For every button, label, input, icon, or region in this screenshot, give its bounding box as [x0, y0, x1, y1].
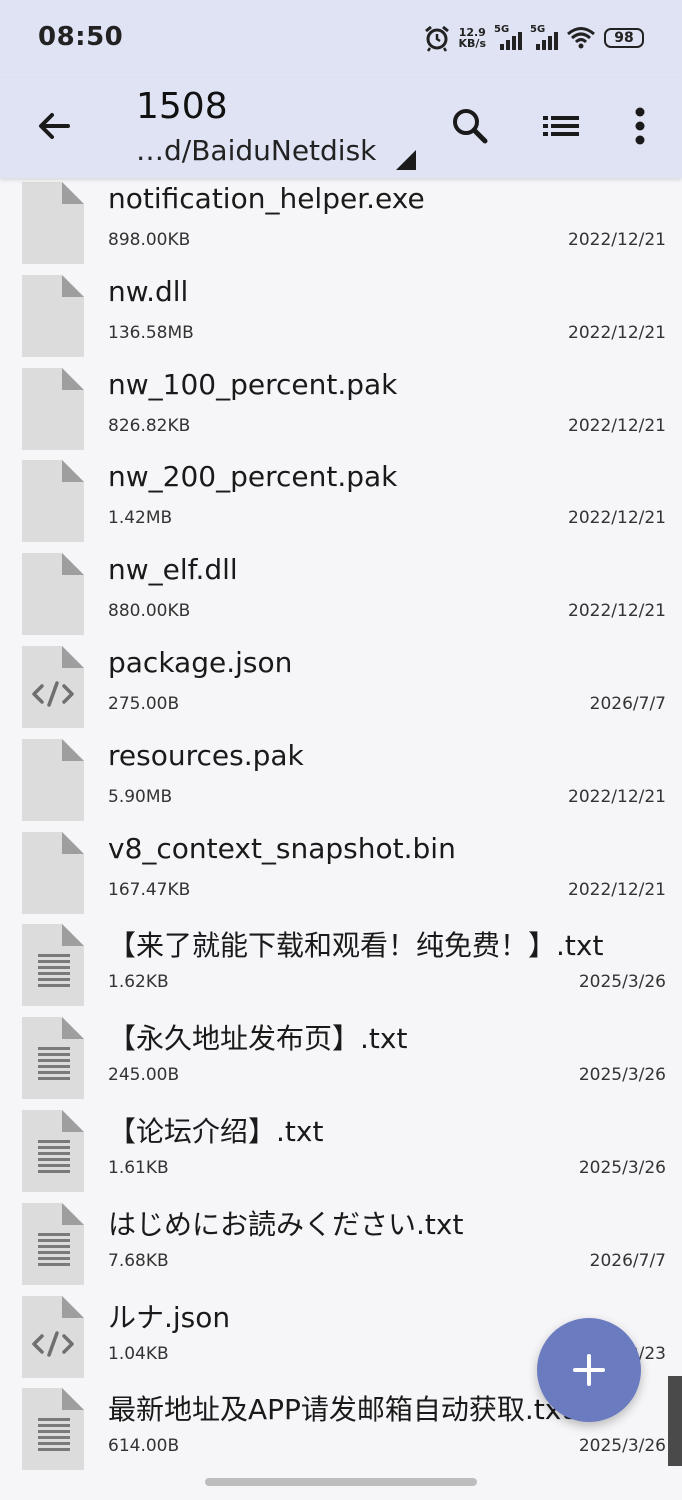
more-vert-icon[interactable]	[618, 104, 662, 148]
file-row[interactable]: v8_context_snapshot.bin 167.47KB 2022/12/2…	[0, 810, 682, 914]
file-row[interactable]: resources.pak 5.90MB 2022/12/21	[0, 717, 682, 821]
file-generic-icon	[22, 460, 84, 543]
file-date: 2022/12/21	[568, 786, 666, 807]
file-name: nw.dll	[108, 274, 189, 308]
file-name: 【来了就能下载和观看！纯免费！】.txt	[108, 929, 604, 963]
file-text-icon	[22, 924, 84, 1007]
plus-icon	[573, 1354, 605, 1386]
file-date: 2025/3/26	[578, 972, 666, 993]
file-list: notification_helper.exe 898.00KB 2022/12/2…	[0, 160, 682, 1471]
file-generic-icon	[22, 182, 84, 264]
status-bar: 08:50 12.9 KB/s 5G 5G 98	[0, 0, 682, 78]
file-row[interactable]: nw_100_percent.pak 826.82KB 2022/12/21	[0, 346, 682, 450]
file-row[interactable]: 【论坛介绍】.txt 1.61KB 2025/3/26	[0, 1088, 682, 1192]
file-date: 2025/3/26	[578, 1065, 666, 1086]
file-date: 2026/7/7	[589, 693, 666, 714]
folder-path[interactable]: …d/BaiduNetdisk	[136, 134, 376, 167]
file-date: 2022/12/21	[568, 415, 666, 436]
list-view-icon[interactable]	[540, 104, 584, 148]
file-row[interactable]: nw_200_percent.pak 1.42MB 2022/12/21	[0, 438, 682, 543]
file-size: 1.62KB	[108, 972, 169, 993]
file-generic-icon	[22, 274, 84, 357]
file-name: notification_helper.exe	[108, 182, 425, 215]
file-date: 2025/3/26	[578, 1157, 666, 1178]
file-name: はじめにお読みください.txt	[108, 1207, 464, 1241]
file-name: 【论坛介绍】.txt	[108, 1114, 324, 1148]
path-dropdown-icon[interactable]	[396, 150, 416, 170]
file-row[interactable]: 【来了就能下载和观看！纯免费！】.txt 1.62KB 2025/3/26	[0, 902, 682, 1007]
file-date: 2025/3/26	[578, 1436, 666, 1457]
alarm-icon	[424, 25, 449, 52]
file-size: 7.68KB	[108, 1250, 169, 1271]
file-date: 2022/12/21	[568, 879, 666, 900]
file-name: nw_100_percent.pak	[108, 367, 398, 401]
file-generic-icon	[22, 738, 84, 821]
file-name: nw_elf.dll	[108, 553, 238, 587]
file-date: 2022/12/21	[568, 322, 666, 343]
file-generic-icon	[22, 831, 84, 914]
file-size: 1.04KB	[108, 1343, 169, 1364]
file-row[interactable]: はじめにお読みください.txt 7.68KB 2026/7/7	[0, 1181, 682, 1285]
file-size: 245.00B	[108, 1065, 180, 1086]
file-size: 136.58MB	[108, 322, 194, 343]
file-size: 826.82KB	[108, 415, 191, 436]
signal-sim2-icon: 5G	[530, 24, 558, 50]
file-row[interactable]: nw.dll 136.58MB 2022/12/21	[0, 253, 682, 357]
file-generic-icon	[22, 367, 84, 450]
file-size: 614.00B	[108, 1436, 180, 1457]
app-bar: 1508 …d/BaiduNetdisk	[0, 78, 682, 178]
file-name: 最新地址及APP请发邮箱自动获取.txt	[108, 1393, 573, 1427]
file-date: 2022/12/21	[568, 508, 666, 529]
network-speed: 12.9 KB/s	[459, 27, 486, 49]
arrow-left-icon[interactable]	[34, 106, 74, 146]
file-text-icon	[22, 1109, 84, 1192]
file-generic-icon	[22, 553, 84, 636]
file-size: 5.90MB	[108, 786, 173, 807]
file-name: 【永久地址发布页】.txt	[108, 1022, 408, 1056]
file-text-icon	[22, 1388, 84, 1471]
file-name: ルナ.json	[108, 1300, 231, 1334]
file-date: 2026/7/7	[589, 1250, 666, 1271]
file-name: resources.pak	[108, 738, 304, 772]
file-row[interactable]: nw_elf.dll 880.00KB 2022/12/21	[0, 531, 682, 636]
file-name: nw_200_percent.pak	[108, 460, 398, 494]
file-code-icon	[22, 1295, 84, 1378]
search-icon[interactable]	[448, 104, 492, 148]
status-time: 08:50	[38, 22, 124, 52]
status-icons: 12.9 KB/s 5G 5G 98	[423, 22, 644, 54]
file-size: 275.00B	[108, 693, 180, 714]
file-size: 898.00KB	[108, 230, 191, 250]
file-size: 880.00KB	[108, 601, 191, 622]
signal-sim1-icon: 5G	[494, 24, 522, 50]
file-size: 1.42MB	[108, 508, 173, 529]
file-row[interactable]: 【永久地址发布页】.txt 245.00B 2025/3/26	[0, 995, 682, 1100]
add-fab-button[interactable]	[537, 1318, 641, 1422]
scrollbar-thumb[interactable]	[668, 1376, 682, 1466]
file-size: 167.47KB	[108, 879, 191, 900]
folder-title: 1508	[136, 86, 228, 127]
file-text-icon	[22, 1202, 84, 1285]
home-indicator[interactable]	[205, 1478, 477, 1486]
file-name: v8_context_snapshot.bin	[108, 831, 456, 865]
file-text-icon	[22, 1017, 84, 1100]
battery-indicator: 98	[604, 28, 644, 48]
file-date: 2022/12/21	[568, 230, 666, 250]
file-name: package.json	[108, 645, 293, 679]
net-speed-unit: KB/s	[458, 37, 486, 50]
file-code-icon	[22, 645, 84, 728]
file-row[interactable]: package.json 275.00B 2026/7/7	[0, 624, 682, 728]
file-size: 1.61KB	[108, 1157, 169, 1178]
file-date: 2022/12/21	[568, 601, 666, 622]
wifi-icon	[567, 27, 595, 49]
